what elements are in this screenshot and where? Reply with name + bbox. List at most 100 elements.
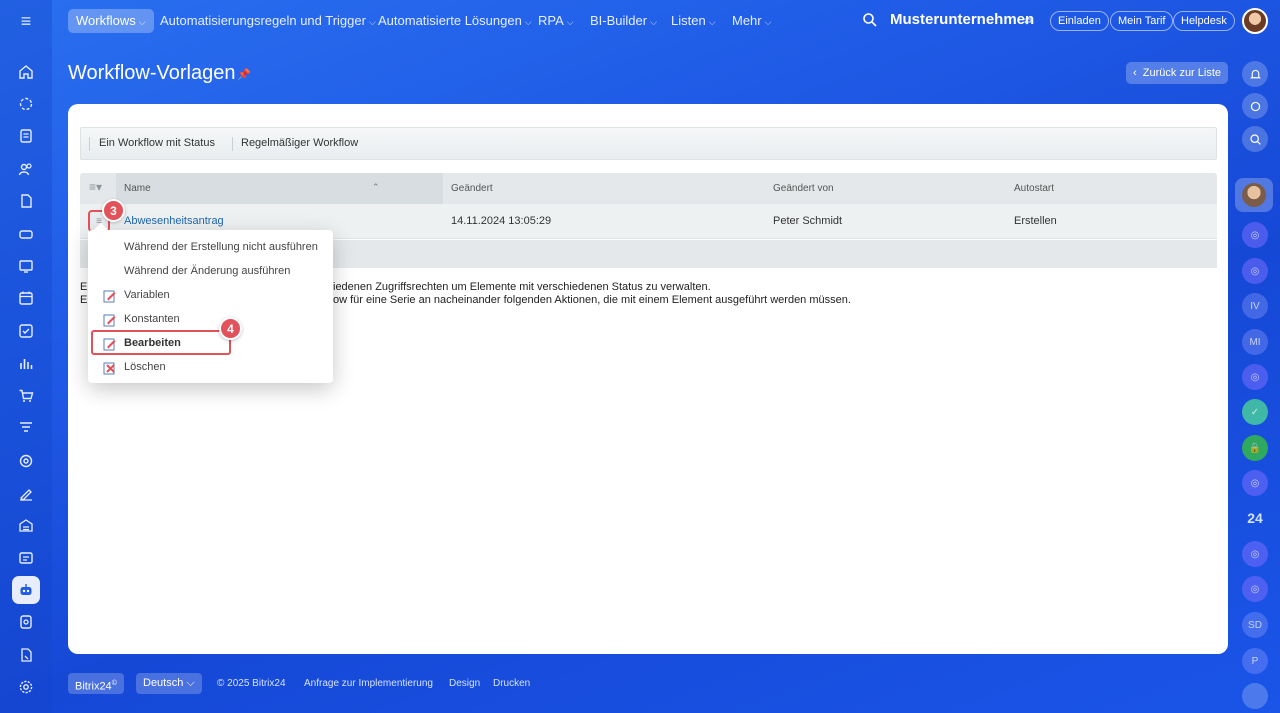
- copilot-icon[interactable]: [1242, 93, 1268, 119]
- search-icon[interactable]: [862, 12, 878, 33]
- helpdesk-button[interactable]: Helpdesk: [1173, 11, 1235, 31]
- automation-robot-icon[interactable]: [12, 576, 40, 604]
- tab-workflow-with-status[interactable]: Ein Workflow mit Status: [99, 137, 215, 149]
- lock-icon[interactable]: 🔒: [1242, 435, 1268, 461]
- edit-icon: [103, 314, 116, 327]
- edit-highlight-frame: [91, 330, 231, 355]
- chat-avatar-p[interactable]: P: [1242, 648, 1268, 674]
- menu-item-delete[interactable]: Löschen: [88, 356, 333, 380]
- nav-more[interactable]: Mehr ⌵: [724, 9, 779, 33]
- menu-item-label: Während der Erstellung nicht ausführen: [124, 241, 318, 253]
- user-avatar[interactable]: [1242, 8, 1268, 34]
- board-icon[interactable]: [12, 252, 40, 280]
- language-select[interactable]: Deutsch ⌵: [136, 673, 202, 694]
- sign-pen-icon[interactable]: [12, 479, 40, 507]
- menu-item-run-on-change[interactable]: Während der Änderung ausführen: [88, 260, 333, 284]
- nav-workflows[interactable]: Workflows ⌵: [68, 9, 154, 33]
- contacts-icon[interactable]: [12, 155, 40, 183]
- nav-lists[interactable]: Listen ⌵: [663, 9, 724, 33]
- menu-item-constants[interactable]: Konstanten: [88, 308, 333, 332]
- sort-ascending-icon[interactable]: ⌃: [372, 182, 380, 193]
- toolbar: Ein Workflow mit Status Regelmäßiger Wor…: [80, 127, 1217, 160]
- funnel-icon[interactable]: [12, 414, 40, 442]
- menu-item-no-run-on-create[interactable]: Während der Erstellung nicht ausführen: [88, 236, 333, 260]
- toolbar-divider: [232, 137, 233, 151]
- nav-automation-rules[interactable]: Automatisierungsregeln und Trigger ⌵: [152, 9, 384, 33]
- step-badge-4: 4: [219, 317, 242, 340]
- chat-user-avatar[interactable]: [1235, 178, 1273, 212]
- sites-icon[interactable]: [12, 544, 40, 572]
- nav-bi-builder[interactable]: BI-Builder ⌵: [582, 9, 665, 33]
- bitrix24-brand-button[interactable]: Bitrix24©: [68, 673, 124, 694]
- company-switch-icon[interactable]: ⇄: [1024, 14, 1033, 27]
- shop-cart-icon[interactable]: [12, 382, 40, 410]
- drive-icon[interactable]: [12, 220, 40, 248]
- menu-item-label: Variablen: [124, 289, 170, 301]
- chat-avatar-iv[interactable]: IV: [1242, 293, 1268, 319]
- chat-avatar-sd[interactable]: SD: [1242, 612, 1268, 638]
- edit-icon: [103, 290, 116, 303]
- step-badge-3: 3: [102, 199, 125, 222]
- company-name[interactable]: Musterunternehmen: [890, 11, 1034, 28]
- menu-item-variables[interactable]: Variablen: [88, 284, 333, 308]
- grid-header: ≡▾ Name ⌃ Geändert Geändert von Autostar…: [80, 173, 1217, 204]
- description-line-1: iedenen Zugriffsrechten um Elemente mit …: [333, 281, 711, 293]
- home-icon[interactable]: [12, 58, 40, 86]
- column-header-changed[interactable]: Geändert: [451, 183, 493, 194]
- developer-icon[interactable]: [12, 641, 40, 669]
- feed-icon[interactable]: [12, 90, 40, 118]
- chat-group-icon[interactable]: ◎: [1242, 470, 1268, 496]
- column-header-changed-by[interactable]: Geändert von: [773, 183, 834, 194]
- menu-item-label: Löschen: [124, 361, 166, 373]
- my-tariff-button[interactable]: Mein Tarif: [1110, 11, 1174, 31]
- chat-avatar-mi[interactable]: MI: [1242, 329, 1268, 355]
- target-icon[interactable]: [12, 447, 40, 475]
- column-header-name[interactable]: Name: [124, 183, 151, 194]
- column-header-autostart[interactable]: Autostart: [1014, 183, 1054, 194]
- left-sidebar: ≡: [0, 0, 52, 713]
- chat-group-icon[interactable]: ◎: [1242, 364, 1268, 390]
- toolbar-divider: [89, 137, 90, 151]
- warehouse-icon[interactable]: [12, 511, 40, 539]
- menu-burger-icon[interactable]: ≡: [16, 12, 36, 30]
- invite-button[interactable]: Einladen: [1050, 11, 1109, 31]
- nav-automated-solutions[interactable]: Automatisierte Lösungen ⌵: [370, 9, 540, 33]
- search-chat-icon[interactable]: [1242, 126, 1268, 152]
- tab-regular-workflow[interactable]: Regelmäßiger Workflow: [241, 137, 358, 149]
- footer-copyright: © 2025 Bitrix24: [217, 678, 286, 689]
- tasks-icon[interactable]: [12, 317, 40, 345]
- file-icon[interactable]: [12, 187, 40, 215]
- menu-item-label: Konstanten: [124, 313, 180, 325]
- back-to-list-button[interactable]: ‹ Zurück zur Liste: [1126, 62, 1228, 84]
- row-autostart: Erstellen: [1014, 215, 1057, 227]
- tasks-check-icon[interactable]: ✓: [1242, 399, 1268, 425]
- footer-link-print[interactable]: Drucken: [493, 678, 530, 689]
- pin-icon[interactable]: 📌: [237, 68, 251, 81]
- notifications-bell-icon[interactable]: [1242, 61, 1268, 87]
- column-name-cell[interactable]: [116, 173, 443, 204]
- menu-item-label: Während der Änderung ausführen: [124, 265, 291, 277]
- row-changed: 14.11.2024 13:05:29: [451, 215, 552, 227]
- delete-icon: [103, 362, 115, 375]
- chat-group-icon[interactable]: ◎: [1242, 576, 1268, 602]
- analytics-icon[interactable]: [12, 349, 40, 377]
- documents-icon[interactable]: [12, 122, 40, 150]
- calendar-icon[interactable]: [12, 284, 40, 312]
- right-sidebar: ◎ ◎ IV MI ◎ ✓ 🔒 ◎ 24 ◎ ◎ SD P: [1228, 42, 1280, 713]
- chat-group-icon[interactable]: ◎: [1242, 258, 1268, 284]
- chat-user-avatar-small[interactable]: [1242, 683, 1268, 709]
- footer-link-implementation[interactable]: Anfrage zur Implementierung: [304, 678, 433, 689]
- footer-link-design[interactable]: Design: [449, 678, 480, 689]
- row-name-link[interactable]: Abwesenheitsantrag: [124, 215, 224, 227]
- settings-gear-icon[interactable]: [12, 673, 40, 701]
- chat-group-icon[interactable]: ◎: [1242, 222, 1268, 248]
- chat-group-icon[interactable]: ◎: [1242, 541, 1268, 567]
- row-context-menu: Während der Erstellung nicht ausführen W…: [88, 230, 333, 383]
- nav-rpa[interactable]: RPA ⌵: [530, 9, 582, 33]
- column-settings-icon[interactable]: ≡▾: [89, 180, 102, 194]
- page-title: Workflow-Vorlagen: [68, 62, 236, 84]
- description-line-2: ow für eine Serie an nacheinander folgen…: [333, 294, 851, 306]
- bitrix24-support-icon[interactable]: 24: [1242, 510, 1268, 526]
- marketplace-icon[interactable]: [12, 608, 40, 636]
- row-changed-by: Peter Schmidt: [773, 215, 843, 227]
